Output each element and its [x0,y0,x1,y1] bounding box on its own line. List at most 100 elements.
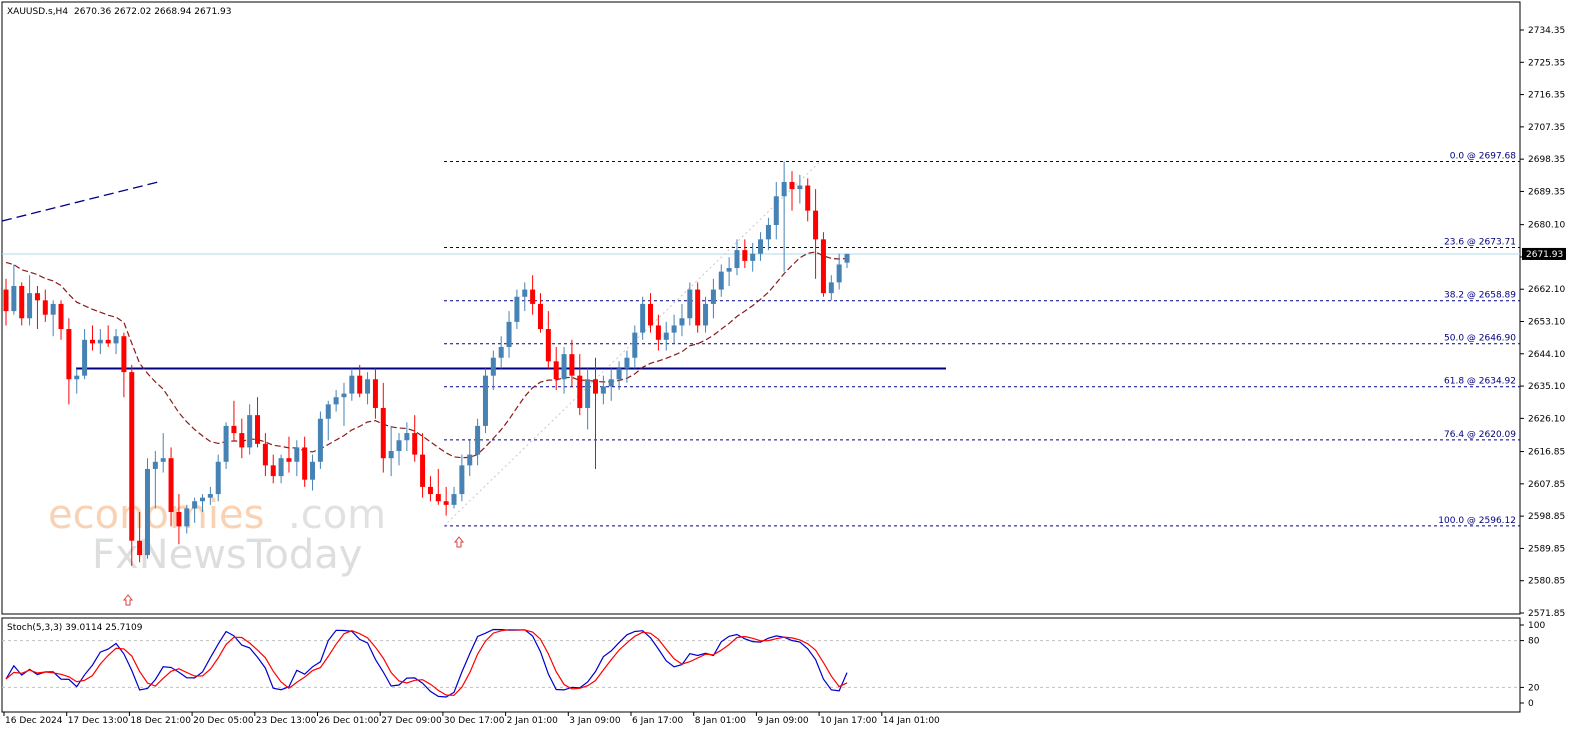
candle-body [325,404,331,419]
candle-body [121,336,127,373]
candle-body [813,210,819,240]
price-tick-label: 2734.35 [1528,26,1565,36]
candle-body [333,397,339,405]
candle-body [365,379,371,394]
fib-label: 38.2 @ 2658.89 [1444,291,1516,301]
price-tick-label: 2716.35 [1528,91,1565,101]
candle-body [640,303,646,333]
chart-header: XAUUSD.s,H4 2670.36 2672.02 2668.94 2671.… [7,7,232,17]
candle-body [176,512,182,527]
candle-body [435,494,441,502]
stoch-tick-label: 0 [1528,699,1534,709]
chart-svg[interactable]: economies .com FxNewsToday 2734.35 2725.3… [0,0,1596,743]
time-tick-label: 6 Jan 17:00 [632,716,684,726]
candle-body [184,508,190,527]
candle-body [74,375,80,380]
candle-body [758,239,764,254]
time-tick-label: 8 Jan 01:00 [695,716,747,726]
candle-body [349,375,355,394]
candle-body [828,282,834,294]
candle-body [718,271,724,290]
candle-body [66,329,72,380]
candle-body [427,486,433,495]
price-tick-label: 2680.10 [1528,221,1565,231]
candle-body [144,468,150,556]
price-tick-label: 2725.35 [1528,58,1565,68]
candle-body [50,303,56,315]
price-tick-label: 2589.85 [1528,544,1565,554]
price-tick-label: 2626.10 [1528,414,1565,424]
stoch-tick-label: 20 [1528,683,1540,693]
candle [317,411,323,469]
candle-body [553,361,559,380]
price-tick-label: 2698.35 [1528,155,1565,165]
candle-body [58,303,64,330]
candle-body [648,303,654,326]
time-tick-label: 16 Dec 2024 [5,716,63,726]
candle-body [820,239,826,294]
price-tick-label: 2653.10 [1528,318,1565,328]
candle [482,368,488,434]
candle-body [34,293,40,301]
candle-body [805,185,811,211]
candle-body [310,461,316,480]
candle-body [105,339,111,344]
candle-body [3,289,9,312]
candle-body [781,181,787,197]
time-tick-label: 2 Jan 01:00 [507,716,559,726]
candle-body [451,494,457,505]
candle-body [302,447,308,480]
candle-body [231,425,237,434]
candle-body [137,540,143,556]
candle [144,458,150,559]
candle-body [663,332,669,340]
candle-body [412,433,418,455]
candle-body [765,224,771,240]
stoch-label: Stoch(5,3,3) 39.0114 25.7109 [7,623,143,633]
candle-body [600,386,606,394]
candle-body [608,379,614,387]
candle-body [255,415,261,444]
candle-body [710,289,716,304]
time-tick-label: 26 Dec 01:00 [319,716,380,726]
price-tick-label: 2598.85 [1528,512,1565,522]
candle-body [200,497,205,502]
candle-body [223,425,229,462]
candle-body [569,354,575,376]
candle-body [160,458,166,462]
candle-body [215,461,221,495]
stoch-tick-label: 100 [1528,621,1545,631]
candle-body [89,339,95,344]
candle-body [687,289,693,319]
candle [129,364,135,566]
candle-body [404,433,410,441]
candle-body [577,375,583,408]
candle [695,282,701,333]
candle-body [396,440,402,452]
candle-body [467,454,473,466]
time-tick-label: 27 Dec 09:00 [381,716,442,726]
candle-body [380,407,386,459]
candle-body [239,433,245,448]
candle-body [113,336,119,344]
time-tick-label: 30 Dec 17:00 [444,716,505,726]
candle-body [82,339,88,376]
candle-body [671,325,677,333]
candle-body [475,425,481,455]
candle-body [129,372,135,541]
chart-window[interactable]: economies .com FxNewsToday 2734.35 2725.3… [0,0,1596,743]
candle-body [388,451,394,459]
price-tick-label: 2616.85 [1528,448,1565,458]
candle-body [695,289,701,326]
candle-body [742,250,748,261]
fib-label: 100.0 @ 2596.12 [1438,516,1516,526]
candle-body [750,253,756,261]
candle-body [443,501,449,505]
svg-text:2671.93: 2671.93 [1526,250,1563,260]
current-price-tag: 2671.93 [1522,247,1566,260]
candle-body [537,303,543,330]
candle-body [459,465,465,495]
candle-body [593,379,598,394]
candle-body [482,375,488,426]
candle-body [506,321,512,347]
